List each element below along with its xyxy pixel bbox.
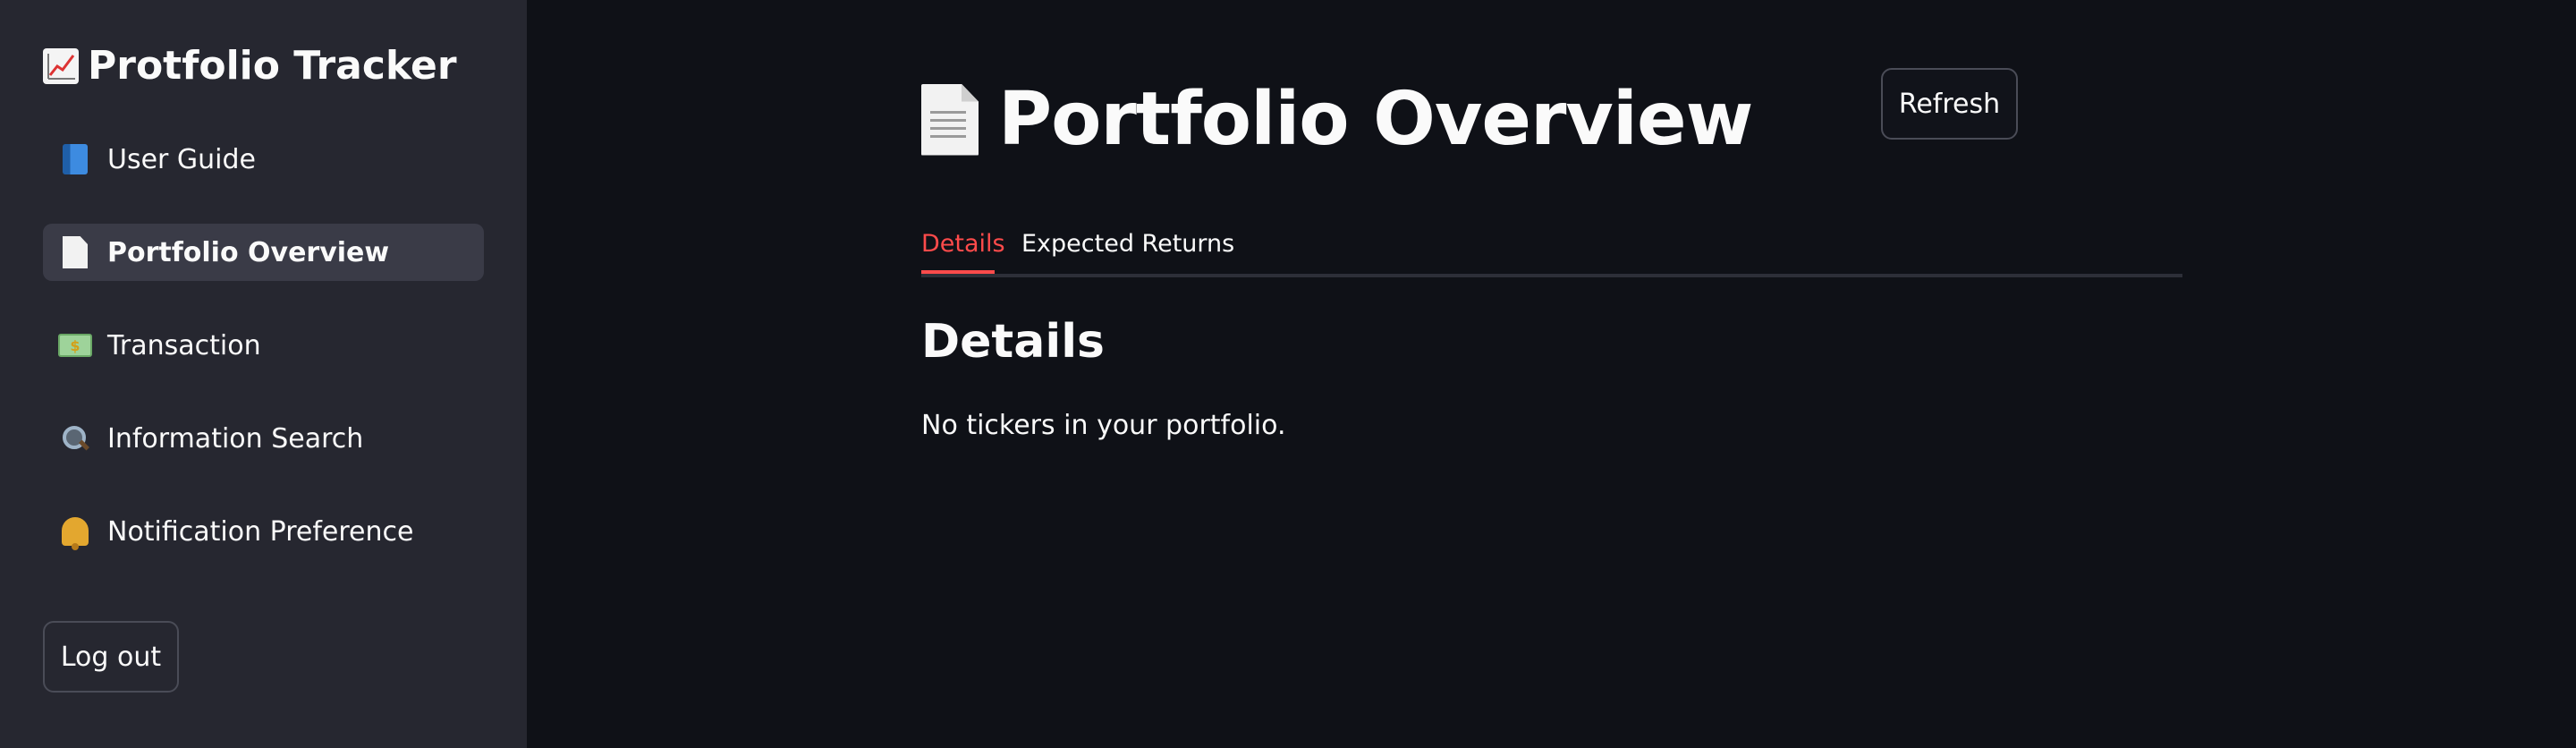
sidebar-item-label: Information Search <box>107 422 364 455</box>
sidebar-item-label: Transaction <box>107 329 261 361</box>
empty-state-message: No tickers in your portfolio. <box>921 410 1286 441</box>
tab-details[interactable]: Details <box>921 213 1005 274</box>
page-title: Portfolio Overview <box>998 77 1753 162</box>
refresh-button[interactable]: Refresh <box>1881 68 2018 140</box>
sidebar-title: Protfolio Tracker <box>43 43 457 89</box>
sidebar-item-label: Notification Preference <box>107 515 414 548</box>
tab-bar: Details Expected Returns <box>921 213 2182 277</box>
sidebar-title-text: Protfolio Tracker <box>88 43 457 89</box>
bell-icon <box>57 514 93 550</box>
sidebar: Protfolio Tracker User Guide Portfolio O… <box>0 0 527 748</box>
sidebar-item-user-guide[interactable]: User Guide <box>43 131 484 188</box>
sidebar-item-notification-preference[interactable]: Notification Preference <box>43 503 484 560</box>
money-icon: $ <box>57 327 93 363</box>
active-tab-indicator <box>921 270 995 274</box>
main-content: Portfolio Overview Refresh Details Expec… <box>527 0 2576 748</box>
page-icon <box>921 83 979 156</box>
page-header: Portfolio Overview <box>921 77 1753 162</box>
book-icon <box>57 141 93 177</box>
magnifier-icon <box>57 421 93 456</box>
sidebar-item-portfolio-overview[interactable]: Portfolio Overview <box>43 224 484 281</box>
sidebar-item-label: User Guide <box>107 143 257 175</box>
tab-expected-returns[interactable]: Expected Returns <box>1021 213 1234 274</box>
sidebar-item-label: Portfolio Overview <box>107 236 390 268</box>
sidebar-item-transaction[interactable]: $ Transaction <box>43 317 484 374</box>
logout-button[interactable]: Log out <box>43 621 179 693</box>
app-root: Protfolio Tracker User Guide Portfolio O… <box>0 0 2576 748</box>
section-title: Details <box>921 315 1105 369</box>
sidebar-item-information-search[interactable]: Information Search <box>43 410 484 467</box>
page-icon <box>57 234 93 270</box>
chart-increasing-icon <box>43 47 79 84</box>
